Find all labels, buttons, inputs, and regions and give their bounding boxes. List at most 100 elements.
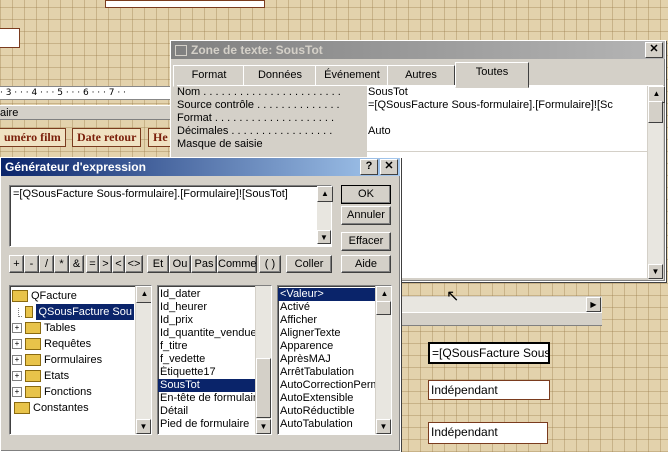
operator-less-button[interactable]: < (112, 255, 125, 273)
list-item[interactable]: AutoTabulation (278, 418, 376, 431)
fields-scrollbar[interactable]: ▼ (255, 286, 271, 434)
scroll-down-arrow-icon[interactable]: ▼ (376, 419, 391, 434)
scroll-down-arrow-icon[interactable]: ▼ (648, 264, 663, 279)
list-item[interactable]: AprèsMAJ (278, 353, 376, 366)
tab-toutes[interactable]: Toutes (455, 62, 529, 88)
property-row-masque[interactable]: Masque de saisie (177, 138, 647, 151)
tree-item-qfacture[interactable]: QFacture (12, 288, 134, 304)
properties-values-list[interactable]: <Valeur> Activé Afficher AlignerTexte Ap… (277, 285, 392, 435)
list-item[interactable]: Pied de formulaire (158, 418, 256, 431)
tree-item-requetes[interactable]: + Requêtes (12, 336, 134, 352)
list-item[interactable]: Id_quantite_vendue (158, 327, 256, 340)
expression-input[interactable]: =[QSousFacture Sous-formulaire].[Formula… (9, 185, 333, 247)
expression-builder-titlebar[interactable]: Générateur d'expression ? ✕ (1, 158, 400, 176)
paste-button[interactable]: Coller (286, 255, 332, 273)
property-row-nom[interactable]: Nom . . . . . . . . . . . . . . . . . . … (177, 86, 647, 99)
list-item[interactable]: Id_heurer (158, 301, 256, 314)
scroll-thumb[interactable] (648, 101, 663, 123)
ok-button[interactable]: OK (341, 185, 391, 204)
undo-button[interactable]: Effacer (341, 232, 391, 251)
operator-ou-button[interactable]: Ou (169, 255, 191, 273)
property-value[interactable]: Auto (367, 125, 647, 138)
list-item[interactable]: Apparence (278, 340, 376, 353)
list-item[interactable]: AutoExtensible (278, 392, 376, 405)
tree-item-formulaires[interactable]: + Formulaires (12, 352, 134, 368)
expression-scrollbar[interactable]: ▲ ▼ (317, 186, 333, 244)
operator-multiply-button[interactable]: * (54, 255, 69, 273)
tab-format[interactable]: Format (173, 65, 245, 87)
scroll-thumb[interactable] (376, 301, 391, 315)
list-item[interactable]: AutoCorrectionPerm (278, 379, 376, 392)
fields-list[interactable]: Id_dater Id_heurer Id_prix Id_quantite_v… (157, 285, 272, 435)
property-row-format[interactable]: Format . . . . . . . . . . . . . . . . .… (177, 112, 647, 125)
properties-titlebar[interactable]: Zone de texte: SousTot ✕ (171, 41, 665, 59)
form-control-box[interactable] (105, 0, 265, 8)
control-independant-1[interactable]: Indépendant (428, 380, 550, 400)
list-item[interactable]: AlignerTexte (278, 327, 376, 340)
property-values-scrollbar[interactable]: ▲ ▼ (375, 286, 391, 434)
list-item[interactable]: f_titre (158, 340, 256, 353)
property-value[interactable] (367, 138, 647, 151)
scroll-up-arrow-icon[interactable]: ▲ (136, 286, 151, 303)
scroll-down-arrow-icon[interactable]: ▼ (136, 419, 151, 434)
scroll-down-arrow-icon[interactable]: ▼ (317, 230, 331, 244)
list-item[interactable]: AutoRéductible (278, 405, 376, 418)
property-value[interactable]: =[QSousFacture Sous-formulaire].[Formula… (367, 99, 647, 112)
list-item[interactable]: f_vedette (158, 353, 256, 366)
list-item-selected[interactable]: SousTot (158, 379, 256, 392)
list-item[interactable]: Activé (278, 301, 376, 314)
header-label-date-retour[interactable]: Date retour (72, 128, 142, 147)
properties-scrollbar[interactable]: ▲ ▼ (647, 86, 665, 280)
control-independant-2[interactable]: Indépendant (428, 422, 548, 444)
header-label-numero-film[interactable]: uméro film (0, 128, 66, 147)
list-item[interactable]: Détail (158, 405, 256, 418)
list-item[interactable]: En-tête de formulaire (158, 392, 256, 405)
list-item[interactable]: Id_prix (158, 314, 256, 327)
operator-notequal-button[interactable]: <> (125, 255, 143, 273)
tree-item-etats[interactable]: + Etats (12, 368, 134, 384)
cancel-button[interactable]: Annuler (341, 206, 391, 225)
property-row-source[interactable]: Source contrôle . . . . . . . . . . . . … (177, 99, 647, 112)
form-horizontal-scrollbar[interactable]: ▶ (402, 296, 602, 312)
operator-divide-button[interactable]: / (39, 255, 54, 273)
tab-donnees[interactable]: Données (243, 65, 317, 87)
operator-plus-button[interactable]: + (9, 255, 24, 273)
tree-item-qsousfacture[interactable]: QSousFacture Sou (12, 304, 134, 320)
section-bar[interactable]: aire (0, 105, 175, 120)
operator-et-button[interactable]: Et (147, 255, 169, 273)
expand-plus-icon[interactable]: + (12, 323, 22, 333)
scroll-right-arrow-icon[interactable]: ▶ (586, 297, 601, 312)
expand-plus-icon[interactable]: + (12, 387, 22, 397)
operator-ampersand-button[interactable]: & (69, 255, 84, 273)
tree-scrollbar[interactable]: ▲ ▼ (135, 286, 151, 434)
scroll-up-arrow-icon[interactable]: ▲ (317, 186, 333, 202)
tab-autres[interactable]: Autres (387, 65, 455, 87)
scroll-down-arrow-icon[interactable]: ▼ (256, 419, 271, 434)
dialog-close-button[interactable]: ✕ (380, 159, 398, 175)
property-row-decimales[interactable]: Décimales . . . . . . . . . . . . . . . … (177, 125, 647, 138)
list-item[interactable]: Étiquette17 (158, 366, 256, 379)
tab-evenement[interactable]: Événement (315, 65, 389, 87)
selected-control-soustot[interactable]: =[QSousFacture Sous (428, 342, 550, 364)
operator-minus-button[interactable]: - (24, 255, 39, 273)
operator-pas-button[interactable]: Pas (191, 255, 217, 273)
list-item[interactable]: Afficher (278, 314, 376, 327)
list-item-selected[interactable]: <Valeur> (278, 288, 376, 301)
scroll-thumb[interactable] (256, 358, 271, 418)
operator-greater-button[interactable]: > (99, 255, 112, 273)
help-text-button[interactable]: Aide (341, 255, 391, 273)
operator-equal-button[interactable]: = (86, 255, 99, 273)
property-value[interactable] (367, 112, 647, 125)
list-item[interactable]: ArrêtTabulation (278, 366, 376, 379)
object-tree[interactable]: QFacture QSousFacture Sou + Tables + Requê… (9, 285, 152, 435)
expand-plus-icon[interactable]: + (12, 371, 22, 381)
expand-plus-icon[interactable]: + (12, 339, 22, 349)
operator-parentheses-button[interactable]: ( ) (259, 255, 281, 273)
form-control-box[interactable] (0, 28, 20, 48)
help-button[interactable]: ? (360, 159, 378, 175)
tree-item-constantes[interactable]: Constantes (12, 400, 134, 416)
tree-item-tables[interactable]: + Tables (12, 320, 134, 336)
tree-item-fonctions[interactable]: + Fonctions (12, 384, 134, 400)
expand-plus-icon[interactable]: + (12, 355, 22, 365)
operator-comme-button[interactable]: Comme (217, 255, 257, 273)
